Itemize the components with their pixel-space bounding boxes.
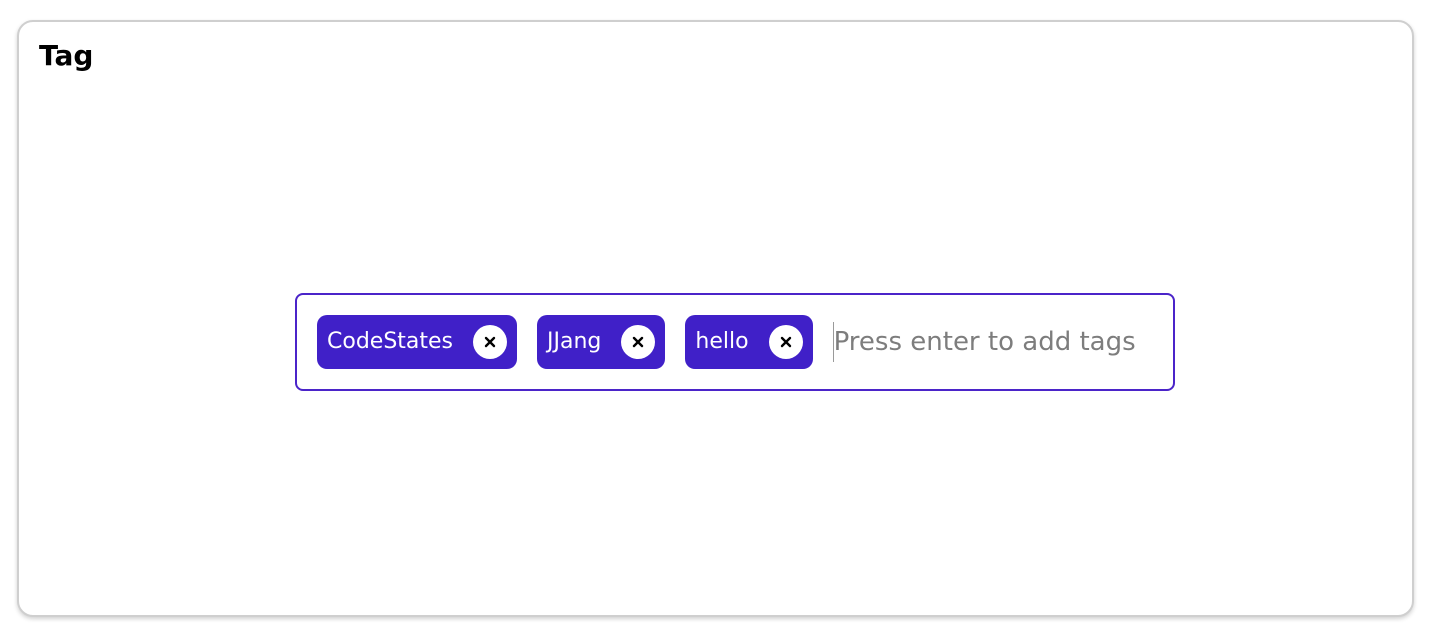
tag-input-container[interactable]: CodeStates JJang hello [295,293,1175,391]
tag-item: hello [685,315,813,369]
tag-item: JJang [537,315,666,369]
tag-text-input[interactable] [832,322,1153,362]
tag-label: hello [695,329,749,354]
close-icon[interactable] [768,325,803,359]
close-icon[interactable] [473,325,508,359]
close-icon[interactable] [621,325,656,359]
tag-label: CodeStates [327,329,454,354]
tag-label: JJang [547,329,602,354]
tag-item: CodeStates [317,315,518,369]
card-title: Tag [39,39,94,72]
tag-card: Tag CodeStates JJang hello [17,20,1414,617]
